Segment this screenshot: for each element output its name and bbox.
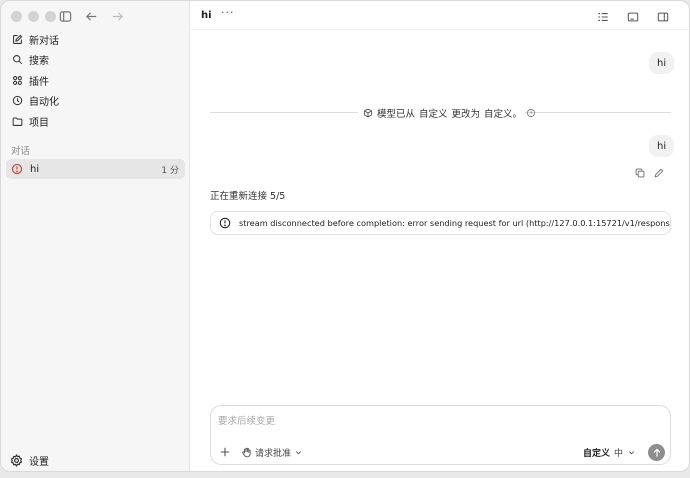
gear-icon	[10, 454, 23, 467]
top-right-tools	[595, 9, 671, 25]
main-panel: hi ··· hi 模型已从 自定义 更改为 自定义。 hi 正在重新连接 5/…	[191, 1, 689, 471]
more-options-button[interactable]: ···	[221, 6, 235, 19]
user-message: hi	[649, 135, 675, 157]
top-bar: hi ···	[191, 1, 689, 30]
send-button[interactable]	[648, 444, 665, 461]
chevron-down-icon	[295, 451, 302, 455]
sidebar-item-projects[interactable]: 项目	[7, 111, 185, 131]
thread-title: hi	[30, 163, 40, 175]
model-note-to: 自定义。	[484, 109, 523, 120]
copy-icon[interactable]	[635, 163, 645, 182]
sidebar-item-label: 自动化	[29, 97, 59, 108]
model-change-notice: 模型已从 自定义 更改为 自定义。	[363, 106, 536, 120]
edit-message-icon[interactable]	[654, 163, 664, 182]
effort-level: 中	[613, 449, 623, 459]
clock-icon	[10, 94, 24, 108]
terminal-icon[interactable]	[625, 9, 641, 25]
divider-right	[525, 112, 671, 113]
sidebar-item-label: 新对话	[29, 35, 59, 47]
grid-icon	[10, 73, 24, 87]
divider-left	[210, 112, 358, 113]
error-icon	[11, 163, 23, 175]
section-label-conversations: 对话	[11, 146, 31, 157]
maximize-window-button[interactable]	[45, 11, 56, 22]
arrow-up-icon	[653, 448, 660, 457]
composer: 请求批准 自定义 中	[210, 405, 671, 465]
history-icon[interactable]	[526, 108, 536, 118]
sidebar-nav: 新对话 搜索 插件 自动化 项目	[7, 29, 185, 132]
plus-icon[interactable]	[219, 446, 231, 458]
sidebar-toolbar	[57, 8, 125, 24]
folder-icon	[10, 114, 24, 128]
search-icon	[10, 53, 24, 67]
model-note-mid: 更改为	[451, 109, 481, 120]
back-arrow-icon[interactable]	[83, 8, 99, 24]
user-message: hi	[649, 52, 675, 74]
warning-circle-icon	[219, 217, 231, 229]
sidebar-item-automation[interactable]: 自动化	[7, 91, 185, 111]
model-note-prefix: 模型已从	[377, 109, 416, 120]
model-note-from: 自定义	[419, 109, 448, 120]
thread-time: 1 分	[161, 165, 179, 176]
chevron-down-icon	[628, 451, 635, 455]
prompt-input[interactable]	[218, 413, 658, 429]
cube-icon	[363, 108, 373, 118]
hand-icon	[242, 447, 251, 458]
window-controls	[11, 11, 56, 22]
sidebar-item-label: 项目	[29, 117, 49, 129]
sidebar-item-label: 插件	[29, 76, 49, 88]
split-view-icon[interactable]	[655, 9, 671, 25]
checklist-icon[interactable]	[595, 9, 611, 25]
settings-label: 设置	[29, 457, 49, 468]
toggle-sidebar-icon[interactable]	[57, 8, 73, 24]
model-name: 自定义	[582, 449, 610, 459]
thread-item[interactable]: hi 1 分	[6, 159, 185, 179]
minimize-window-button[interactable]	[28, 11, 39, 22]
approval-label: 请求批准	[255, 449, 292, 459]
sidebar: 新对话 搜索 插件 自动化 项目 对话 hi 1 分 设置	[1, 1, 190, 471]
close-window-button[interactable]	[11, 11, 22, 22]
sidebar-item-search[interactable]: 搜索	[7, 50, 185, 70]
app-window: 新对话 搜索 插件 自动化 项目 对话 hi 1 分 设置 hi ··· hi …	[0, 0, 690, 472]
error-message: stream disconnected before completion: e…	[210, 211, 671, 235]
conversation-title: hi	[201, 10, 212, 21]
error-text: stream disconnected before completion: e…	[239, 218, 671, 228]
forward-arrow-icon[interactable]	[109, 8, 125, 24]
sidebar-item-label: 搜索	[29, 56, 49, 67]
model-selector[interactable]: 自定义 中	[583, 446, 636, 459]
message-actions	[635, 163, 664, 182]
approval-dropdown[interactable]: 请求批准	[241, 446, 303, 459]
sidebar-item-new-chat[interactable]: 新对话	[7, 29, 185, 49]
reconnect-status: 正在重新连接 5/5	[210, 191, 286, 202]
settings-button[interactable]: 设置	[10, 453, 49, 468]
sidebar-item-plugins[interactable]: 插件	[7, 70, 185, 90]
edit-icon	[10, 32, 24, 46]
